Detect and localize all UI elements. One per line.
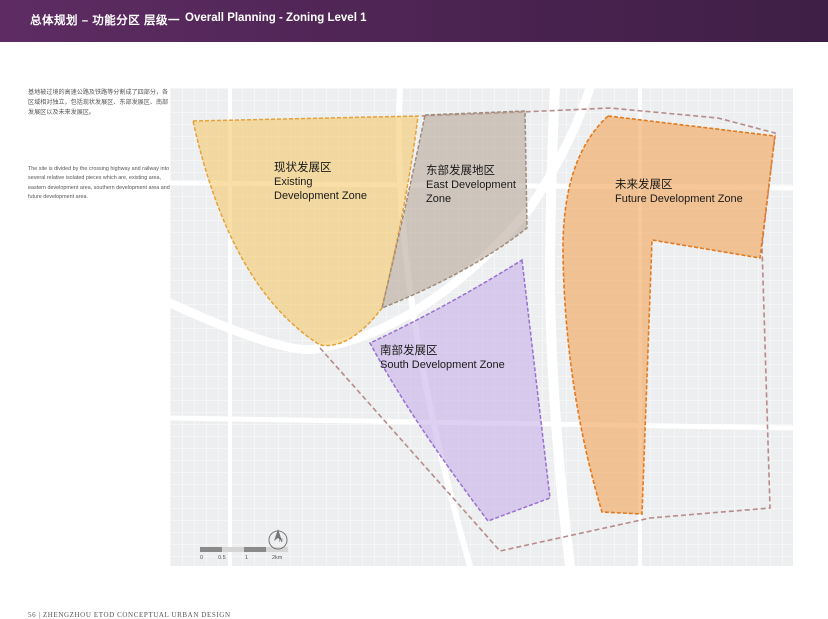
description-en: The site is divided by the crossing high… [28,166,170,200]
page-header: 总体规划 – 功能分区 层级一 Overall Planning - Zonin… [0,0,828,42]
scale-label-1: 1 [245,555,249,561]
north-label: N [279,538,283,544]
scale-label-0: 0 [200,555,204,561]
zoning-map [170,88,793,566]
page-footer: 56 | ZHENGZHOU ETOD CONCEPTUAL URBAN DES… [28,611,231,619]
label-existing-zone: 现状发展区 Existing Development Zone [274,162,367,202]
label-east-zone: 东部发展地区 East Development Zone [426,165,516,205]
label-south-zone: 南部发展区 South Development Zone [380,345,505,371]
footer-title: ZHENGZHOU ETOD CONCEPTUAL URBAN DESIGN [42,611,231,619]
label-future-zone: 未来发展区 Future Development Zone [615,179,743,205]
header-title-cn: 总体规划 – 功能分区 层级一 [30,15,180,27]
page-number: 56 [28,611,37,619]
description-cn: 基地被过境的高速公路及铁路等分割成了四部分，各区域相对独立，包括现状发展区、东部… [28,89,169,116]
scale-bar [200,547,288,552]
scale-label-2km: 2km [272,555,283,561]
header-title-en: Overall Planning - Zoning Level 1 [185,12,367,24]
scale-label-0-5: 0.5 [218,555,226,561]
map-graphic [170,88,793,566]
